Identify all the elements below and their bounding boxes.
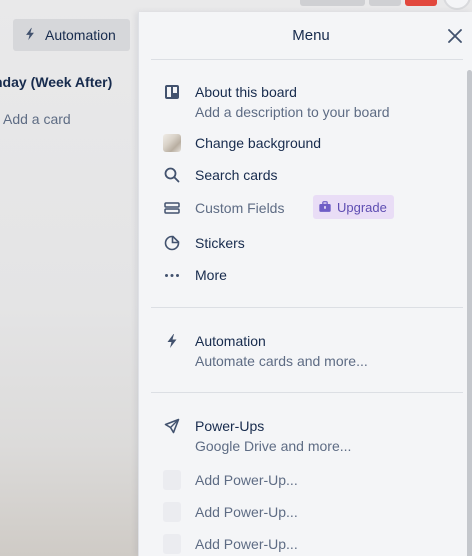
power-up-placeholder-icon bbox=[163, 534, 181, 554]
menu-item-label: Automation bbox=[195, 333, 266, 349]
divider bbox=[151, 392, 463, 393]
add-power-up-label: Add Power-Up... bbox=[195, 472, 298, 488]
menu-item-automation[interactable]: Automation Automate cards and more... bbox=[163, 332, 453, 372]
menu-item-search-cards[interactable]: Search cards bbox=[163, 166, 453, 186]
menu-item-about-board[interactable]: About this board Add a description to yo… bbox=[163, 83, 453, 123]
add-power-up-item[interactable]: Add Power-Up... bbox=[163, 534, 453, 556]
search-icon bbox=[163, 166, 181, 184]
power-up-placeholder-icon bbox=[163, 470, 181, 490]
add-card-link[interactable]: Add a card bbox=[3, 111, 71, 127]
menu-item-description: Google Drive and more... bbox=[195, 438, 352, 454]
add-power-up-label: Add Power-Up... bbox=[195, 536, 298, 552]
menu-title: Menu bbox=[292, 27, 330, 44]
divider bbox=[151, 59, 463, 60]
menu-item-label: Custom Fields bbox=[195, 200, 285, 216]
header-button[interactable] bbox=[300, 0, 365, 6]
power-up-placeholder-icon bbox=[163, 502, 181, 522]
list-title[interactable]: nday (Week After) bbox=[0, 74, 112, 90]
add-card-label: Add a card bbox=[3, 111, 71, 127]
lightning-icon bbox=[163, 332, 181, 350]
menu-item-label: More bbox=[195, 267, 227, 283]
briefcase-icon bbox=[319, 201, 331, 212]
menu-item-change-background[interactable]: Change background bbox=[163, 134, 453, 154]
automation-button[interactable]: Automation bbox=[13, 19, 130, 51]
background-thumbnail bbox=[163, 134, 181, 152]
add-power-up-item[interactable]: Add Power-Up... bbox=[163, 502, 453, 525]
menu-item-stickers[interactable]: Stickers bbox=[163, 234, 453, 254]
menu-item-label: About this board bbox=[195, 84, 297, 100]
add-power-up-label: Add Power-Up... bbox=[195, 504, 298, 520]
header-button-red[interactable] bbox=[405, 0, 437, 6]
automation-button-label: Automation bbox=[45, 27, 116, 43]
board-icon bbox=[163, 83, 181, 101]
upgrade-badge[interactable]: Upgrade bbox=[313, 195, 394, 219]
upgrade-label: Upgrade bbox=[337, 199, 387, 215]
close-icon bbox=[448, 29, 462, 43]
menu-item-description: Add a description to your board bbox=[195, 104, 390, 120]
board-header-strip bbox=[0, 0, 472, 12]
more-icon bbox=[163, 266, 181, 284]
add-power-up-item[interactable]: Add Power-Up... bbox=[163, 470, 453, 493]
rocket-icon bbox=[163, 417, 181, 435]
lightning-icon bbox=[23, 27, 37, 44]
menu-item-label: Power-Ups bbox=[195, 418, 265, 434]
close-menu-button[interactable] bbox=[445, 26, 465, 46]
menu-item-power-ups[interactable]: Power-Ups Google Drive and more... bbox=[163, 417, 453, 457]
menu-scrollbar[interactable] bbox=[467, 64, 472, 556]
sticker-icon bbox=[163, 234, 181, 252]
custom-fields-icon bbox=[163, 199, 181, 217]
menu-item-label: Change background bbox=[195, 135, 322, 151]
scrollbar-thumb[interactable] bbox=[467, 70, 472, 556]
menu-item-more[interactable]: More bbox=[163, 266, 453, 286]
divider bbox=[151, 307, 463, 308]
menu-item-label: Search cards bbox=[195, 167, 278, 183]
menu-header: Menu bbox=[139, 12, 472, 60]
menu-item-custom-fields[interactable]: Custom Fields Upgrade bbox=[163, 195, 453, 219]
avatar[interactable] bbox=[443, 0, 471, 10]
menu-item-label: Stickers bbox=[195, 235, 245, 251]
board-menu-panel: Menu About this board Add a description … bbox=[138, 12, 472, 556]
menu-item-description: Automate cards and more... bbox=[195, 353, 368, 369]
header-button[interactable] bbox=[369, 0, 401, 6]
